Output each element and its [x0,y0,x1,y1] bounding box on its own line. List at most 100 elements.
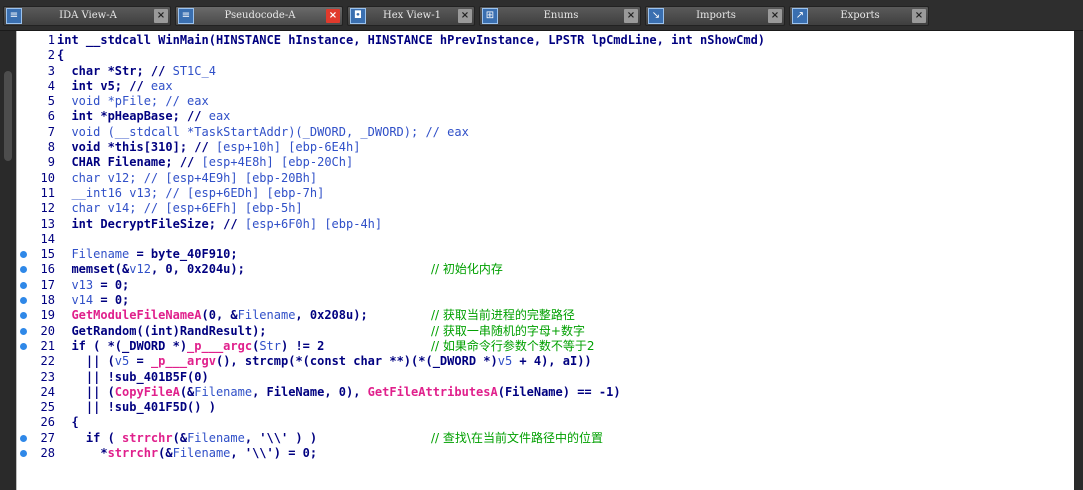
code-text: __int16 v13; // [esp+6EDh] [ebp-7h] [57,186,324,201]
code-text: memset(&v12, 0, 0x204u); [57,262,244,277]
hex-view-icon: ◘ [350,8,366,24]
line-number: 25 [40,400,55,415]
line-number: 3 [47,63,55,78]
breakpoint-dot-icon[interactable] [20,434,27,442]
code-line[interactable]: 8 void *this[310]; // [esp+10h] [ebp-6E4… [17,140,1075,155]
code-comment: // 获取一串随机的字母+数字 [431,323,585,338]
breakpoint-dot-icon[interactable] [20,450,27,458]
tab-enums[interactable]: ⊞ Enums × [479,6,641,26]
tab-exports[interactable]: ↗ Exports × [789,6,929,26]
code-line[interactable]: 26 { [17,415,1075,430]
tab-pseudocode-a[interactable]: ≡ Pseudocode-A × [175,6,343,26]
code-line[interactable]: 11 __int16 v13; // [esp+6EDh] [ebp-7h] [17,186,1075,201]
code-line[interactable]: 15 Filename = byte_40F910; [17,247,1075,262]
code-token: [esp+6EFh] [ebp-5h] [165,201,303,216]
code-line[interactable]: 23 || !sub_401B5F(0) [17,370,1075,385]
code-text: v13 = 0; [57,278,129,293]
code-line[interactable]: 5 void *pFile; // eax [17,94,1075,109]
code-token: memset(& [57,262,130,277]
code-line[interactable]: 12 char v14; // [esp+6EFh] [ebp-5h] [17,201,1075,216]
line-number: 20 [40,323,55,338]
code-text: { [57,48,64,63]
close-icon[interactable]: × [154,9,168,23]
code-text: void (__stdcall *TaskStartAddr)(_DWORD, … [57,125,468,140]
close-icon[interactable]: × [912,9,926,23]
breakpoint-dot-icon[interactable] [20,342,27,350]
code-line[interactable]: 13 int DecryptFileSize; // [esp+6F0h] [e… [17,217,1075,232]
code-line[interactable]: 24 || (CopyFileA(&Filename, FileName, 0)… [17,385,1075,400]
tab-imports[interactable]: ↘ Imports × [645,6,785,26]
code-line[interactable]: 25 || !sub_401F5D() ) [17,400,1075,415]
code-line[interactable]: 9 CHAR Filename; // [esp+4E8h] [ebp-20Ch… [17,155,1075,170]
code-line[interactable]: 19 GetModuleFileNameA(0, &Filename, 0x20… [17,308,1075,323]
ida-view-icon: ≡ [6,8,22,24]
code-token: void *pFile; // eax [57,94,209,109]
pseudocode-view[interactable]: 1 int __stdcall WinMain(HINSTANCE hInstan… [16,31,1075,490]
tab-hex-view-1[interactable]: ◘ Hex View-1 × [347,6,475,26]
close-icon[interactable]: × [768,9,782,23]
code-text: GetRandom((int)RandResult); [57,324,266,339]
code-token: || !sub_401F5D() ) [57,400,216,415]
code-line[interactable]: 10 char v12; // [esp+4E9h] [ebp-20Bh] [17,171,1075,186]
code-token: , '\\') = 0; [230,446,318,461]
code-token: = byte_40F910; [129,247,238,262]
line-number: 2 [47,48,55,63]
code-token: int v5; // [57,78,151,93]
code-token: [esp+4E9h] [ebp-20Bh] [165,170,318,185]
code-text: int __stdcall WinMain(HINSTANCE hInstanc… [57,33,765,48]
close-icon[interactable]: × [458,9,472,23]
code-token: Filename [237,308,296,323]
code-token: __int16 v13; // [57,185,188,200]
code-line[interactable]: 27 if ( strrchr(&Filename, '\\' ) ) // 查找… [17,431,1075,446]
breakpoint-dot-icon[interactable] [20,297,27,305]
code-token: Filename [172,446,231,461]
line-number: 8 [47,140,55,155]
tab-ida-view-a[interactable]: ≡ IDA View-A × [3,6,171,26]
code-line[interactable]: 14 [17,232,1075,247]
code-token: * [57,446,108,461]
code-line[interactable]: 3 char *Str; // ST1C_4 [17,64,1075,79]
line-number: 11 [40,185,55,200]
code-line[interactable]: 18 v14 = 0; [17,293,1075,308]
breakpoint-dot-icon[interactable] [20,312,27,320]
code-token: (FileName) == -1) [497,384,621,399]
breakpoint-dot-icon[interactable] [20,266,27,274]
code-token: char v12; // [57,170,166,185]
code-line[interactable]: 28 *strrchr(&Filename, '\\') = 0; [17,446,1075,461]
close-icon[interactable]: × [326,9,340,23]
close-icon[interactable]: × [624,9,638,23]
code-line[interactable]: 16 memset(&v12, 0, 0x204u); // 初始化内存 [17,262,1075,277]
code-token: char *Str; // [57,63,173,78]
breakpoint-dot-icon[interactable] [20,327,27,335]
code-line[interactable]: 22 || (v5 = _p___argv(), strcmp(*(const … [17,354,1075,369]
code-text: int *pHeapBase; // eax [57,109,230,124]
code-line[interactable]: 2{ [17,48,1075,63]
exports-icon: ↗ [792,8,808,24]
code-token: eax [150,78,173,93]
code-token: _p___argv [150,354,216,369]
code-token: CopyFileA [114,384,180,399]
breakpoint-dot-icon[interactable] [20,251,27,259]
code-token: , 0x208u); [295,308,368,323]
code-line[interactable]: 1 int __stdcall WinMain(HINSTANCE hInstan… [17,33,1075,48]
code-comment: // 查找\在当前文件路径中的位置 [431,430,603,445]
line-number: 6 [47,109,55,124]
breakpoint-dot-icon[interactable] [20,281,27,289]
code-text: || (CopyFileA(&Filename, FileName, 0), G… [57,385,621,400]
scrollbar-thumb[interactable] [4,71,12,161]
code-token: || ( [57,384,115,399]
code-line[interactable]: 17 v13 = 0; [17,278,1075,293]
code-text: GetModuleFileNameA(0, &Filename, 0x208u)… [57,308,368,323]
code-line[interactable]: 6 int *pHeapBase; // eax [17,109,1075,124]
code-line[interactable]: 7 void (__stdcall *TaskStartAddr)(_DWORD… [17,125,1075,140]
code-token: v5 [114,354,130,369]
code-line[interactable]: 4 int v5; // eax [17,79,1075,94]
imports-icon: ↘ [648,8,664,24]
code-line[interactable]: 21 if ( *(_DWORD *)_p___argc(Str) != 2 //… [17,339,1075,354]
line-number: 18 [40,293,55,308]
code-token: [esp+6EDh] [ebp-7h] [187,185,325,200]
code-line[interactable]: 20 GetRandom((int)RandResult); // 获取一串随机的… [17,324,1075,339]
enums-icon: ⊞ [482,8,498,24]
line-number: 9 [47,155,55,170]
code-comment: // 获取当前进程的完整路径 [431,308,575,323]
